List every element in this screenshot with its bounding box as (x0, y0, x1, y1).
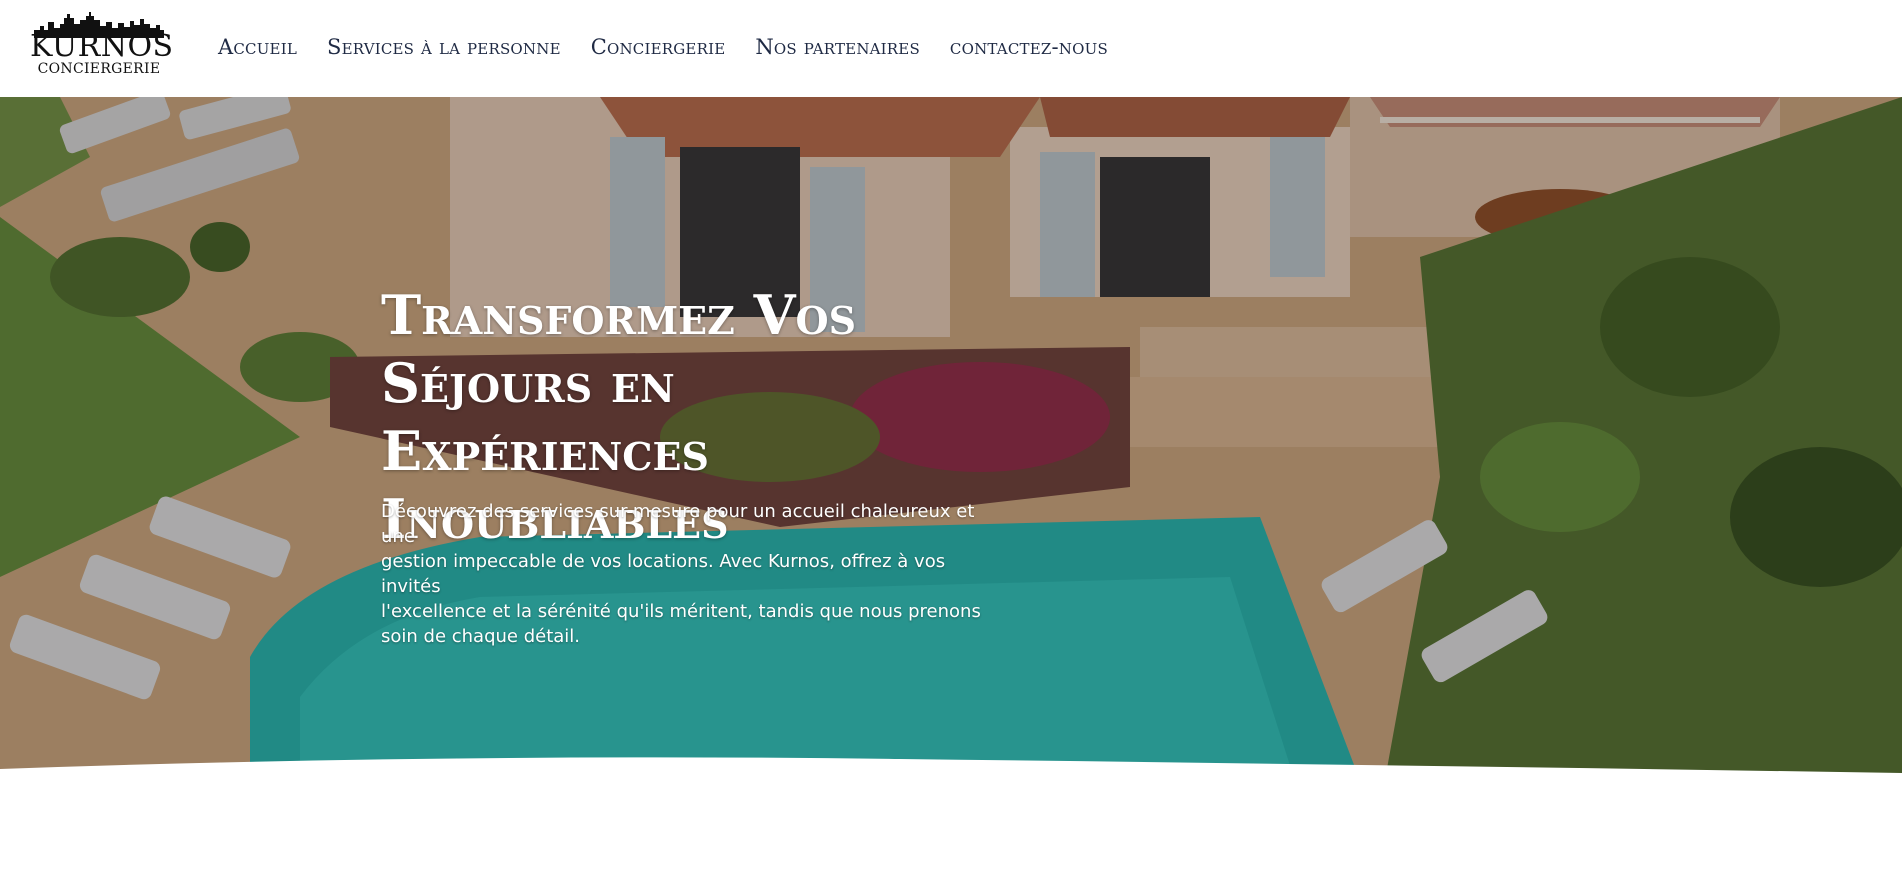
site-logo[interactable]: KURNOS CONCIERGERIE (30, 10, 174, 77)
logo-subtitle: CONCIERGERIE (37, 61, 161, 77)
hero-description-line: l'excellence et la sérénité qu'ils mérit… (381, 601, 981, 622)
hero-section: Transformez Vos Séjours en Expériences I… (0, 97, 1902, 807)
logo-name: KURNOS (30, 29, 174, 64)
hero-title-line: Transformez Vos (381, 283, 857, 347)
hero-description-line: soin de chaque détail. (381, 626, 581, 647)
hero-title-line: Séjours en Expériences (381, 351, 709, 483)
nav-item-partenaires[interactable]: Nos partenaires (755, 35, 920, 59)
hero-bottom-wave (0, 757, 1902, 807)
hero-description-line: Découvrez des services sur-mesure pour u… (381, 501, 975, 547)
main-nav: Accueil Services à la personne Concierge… (218, 31, 1138, 63)
hero-description: Découvrez des services sur-mesure pour u… (381, 499, 991, 649)
nav-item-services[interactable]: Services à la personne (327, 35, 561, 59)
nav-item-conciergerie[interactable]: Conciergerie (591, 35, 726, 59)
hero-description-line: gestion impeccable de vos locations. Ave… (381, 551, 946, 597)
site-header: KURNOS CONCIERGERIE Accueil Services à l… (0, 0, 1902, 97)
page-content-area (0, 807, 1902, 882)
nav-item-contact[interactable]: contactez-nous (950, 35, 1108, 59)
nav-item-accueil[interactable]: Accueil (218, 35, 297, 59)
